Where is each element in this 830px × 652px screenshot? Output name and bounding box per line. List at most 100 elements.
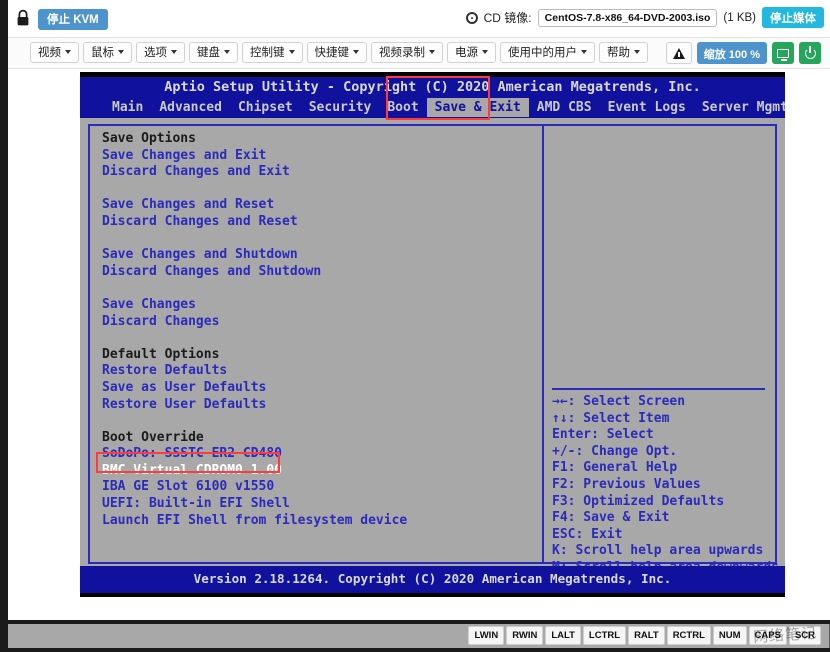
bios-tab-save-exit[interactable]: Save & Exit [426, 98, 529, 117]
bios-tab-security[interactable]: Security [301, 98, 380, 117]
bios-help-line: ESC: Exit [552, 526, 623, 542]
bios-help-line: F3: Optimized Defaults [552, 493, 725, 509]
key-indicator-lwin[interactable]: LWIN [468, 626, 505, 645]
bios-menu-option[interactable]: Save Changes and Exit [102, 148, 534, 165]
bios-vertical-divider [542, 126, 544, 562]
zoom-level-button[interactable]: 缩放 100 % [696, 42, 767, 64]
menu-item-help[interactable]: 帮助 [599, 42, 648, 63]
cd-image-label: CD 镜像: [483, 11, 532, 25]
bios-bottom-band [80, 593, 785, 597]
bios-tab-chipset[interactable]: Chipset [230, 98, 301, 117]
chevron-down-icon [118, 50, 124, 54]
bios-menu-option[interactable]: Save Changes and Shutdown [102, 247, 534, 264]
bios-body: Save Options Save Changes and Exit Discard… [88, 124, 779, 575]
monitor-button[interactable] [772, 42, 794, 64]
bios-tab-boot[interactable]: Boot [379, 98, 426, 117]
menu-label: 电源 [455, 47, 478, 59]
chevron-down-icon [634, 50, 640, 54]
bios-tab-event-logs[interactable]: Event Logs [600, 98, 694, 117]
bios-tab-main[interactable]: Main [104, 98, 151, 117]
bios-help-line: +/-: Change Opt. [552, 443, 678, 459]
bios-setup-screen: Aptio Setup Utility - Copyright (C) 2020… [80, 72, 785, 597]
chevron-down-icon [171, 50, 177, 54]
bios-menu-option[interactable]: Launch EFI Shell from filesystem device [102, 513, 534, 530]
menu-item-hotkeys[interactable]: 快捷键 [306, 42, 367, 63]
bios-menu-option[interactable]: Save Changes and Reset [102, 197, 534, 214]
menu-label: 视频 [38, 47, 61, 59]
menu-label: 键盘 [197, 47, 220, 59]
chevron-down-icon [482, 50, 488, 54]
bios-menu-option[interactable]: UEFI: Built-in EFI Shell [102, 496, 534, 513]
bios-menu-option[interactable]: Discard Changes and Reset [102, 214, 534, 231]
key-indicator-lctrl[interactable]: LCTRL [582, 626, 627, 645]
key-indicator-rctrl[interactable]: RCTRL [666, 626, 711, 645]
menu-label: 控制键 [250, 47, 285, 59]
bios-menu-option[interactable]: Restore User Defaults [102, 397, 534, 414]
cd-image-path[interactable]: CentOS-7.8-x86_64-DVD-2003.iso [537, 8, 718, 27]
bios-tab-advanced[interactable]: Advanced [151, 98, 230, 117]
bios-spacer [102, 413, 534, 430]
menu-item-video[interactable]: 视频 [30, 42, 79, 63]
menu-label: 使用中的用户 [508, 47, 577, 59]
power-icon [804, 45, 816, 59]
bios-section-header: Default Options [102, 346, 220, 362]
key-indicator-caps[interactable]: CAPS [748, 626, 787, 645]
bios-spacer [102, 231, 534, 248]
key-indicator-lalt[interactable]: LALT [545, 626, 581, 645]
chevron-down-icon [224, 50, 230, 54]
menu-item-control-keys[interactable]: 控制键 [242, 42, 303, 63]
lock-icon [17, 9, 29, 26]
bios-tab-server-mgmt[interactable]: Server Mgmt [694, 98, 785, 117]
cd-image-size: (1 KB) [723, 11, 756, 24]
menu-item-active-users[interactable]: 使用中的用户 [500, 42, 595, 63]
bios-tab-amd-cbs[interactable]: AMD CBS [529, 98, 600, 117]
warning-button[interactable] [665, 42, 692, 64]
menu-item-list: 视频 鼠标 选项 键盘 控制键 快捷键 视频录制 电源 使用中的用户 帮助 [30, 42, 648, 63]
menu-label: 鼠标 [91, 47, 114, 59]
power-button[interactable] [799, 42, 821, 64]
menu-item-options[interactable]: 选项 [136, 42, 185, 63]
bios-menu-option[interactable]: Discard Changes and Shutdown [102, 264, 534, 281]
bios-menu-option[interactable]: Save as User Defaults [102, 380, 534, 397]
bios-options-pane: Save Options Save Changes and Exit Discard… [102, 131, 534, 529]
bios-help-line: Enter: Select [552, 427, 654, 443]
menu-label: 选项 [144, 47, 167, 59]
key-indicator-scr[interactable]: SCR [788, 626, 821, 645]
bios-menu-option[interactable]: Restore Defaults [102, 363, 534, 380]
monitor-icon [777, 48, 789, 61]
chevron-down-icon [65, 50, 71, 54]
bios-help-line: ↑↓: Select Item [552, 410, 670, 426]
bios-spacer [102, 181, 534, 198]
cd-disc-icon [465, 11, 478, 24]
menu-label: 帮助 [607, 47, 630, 59]
bios-help-pane: →←: Select Screen ↑↓: Select Item Enter: S… [552, 394, 779, 577]
bios-menu-option[interactable]: IBA GE Slot 6100 v1550 [102, 479, 534, 496]
stop-media-button[interactable]: 停止媒体 [762, 7, 824, 28]
bios-menu-option[interactable]: SoDoPo: SSSTC ER2 CD480 [102, 446, 534, 463]
menu-item-video-record[interactable]: 视频录制 [371, 42, 443, 63]
key-indicator-num[interactable]: NUM [712, 626, 747, 645]
key-indicator-rwin[interactable]: RWIN [506, 626, 544, 645]
bios-spacer [102, 330, 534, 347]
key-indicator-ralt[interactable]: RALT [628, 626, 665, 645]
bios-section-header: Boot Override [102, 429, 204, 445]
menu-item-keyboard[interactable]: 键盘 [189, 42, 238, 63]
kvm-video-canvas[interactable]: Aptio Setup Utility - Copyright (C) 2020… [72, 70, 785, 597]
bios-horizontal-divider [552, 388, 765, 390]
menu-item-power[interactable]: 电源 [447, 42, 496, 63]
bios-version-text: Version 2.18.1264. Copyright (C) 2020 Am… [193, 571, 672, 586]
bios-section-header: Save Options [102, 131, 196, 146]
menu-label: 快捷键 [314, 47, 350, 59]
bios-menu-option[interactable]: Discard Changes and Exit [102, 164, 534, 181]
kvm-console-window: 停止 KVM CD 镜像: CentOS-7.8-x86_64-DVD-2003… [8, 0, 830, 620]
bios-menu-option[interactable]: Save Changes [102, 297, 534, 314]
kvm-top-toolbar: 停止 KVM CD 镜像: CentOS-7.8-x86_64-DVD-2003… [8, 0, 830, 38]
menu-item-mouse[interactable]: 鼠标 [83, 42, 132, 63]
kvm-status-bar: LWIN RWIN LALT LCTRL RALT RCTRL NUM CAPS SCR 网络笔… [8, 620, 830, 652]
keyboard-indicator-group: LWIN RWIN LALT LCTRL RALT RCTRL NUM CAPS SCR [468, 626, 821, 645]
bios-menu-option[interactable]: BMC Virtual CDROM0 1.00 [102, 463, 534, 480]
stop-kvm-button[interactable]: 停止 KVM [38, 9, 108, 30]
bios-help-line: F4: Save & Exit [552, 510, 670, 526]
kvm-menubar: 视频 鼠标 选项 键盘 控制键 快捷键 视频录制 电源 使用中的用户 帮助 缩放… [8, 38, 830, 69]
bios-menu-option[interactable]: Discard Changes [102, 314, 534, 331]
